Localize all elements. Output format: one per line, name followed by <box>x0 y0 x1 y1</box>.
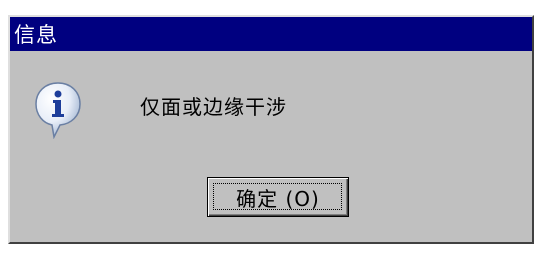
ok-button[interactable]: 确定 (O) <box>207 177 349 217</box>
title-bar[interactable]: 信息 <box>10 17 532 51</box>
dialog-title: 信息 <box>14 23 58 47</box>
ok-button-label: 确定 (O) <box>236 186 320 211</box>
message-dialog: 信息 仅面或边缘干涉 确定 (O) <box>8 15 534 244</box>
info-icon <box>34 81 82 140</box>
dialog-message: 仅面或边缘干涉 <box>140 95 287 119</box>
